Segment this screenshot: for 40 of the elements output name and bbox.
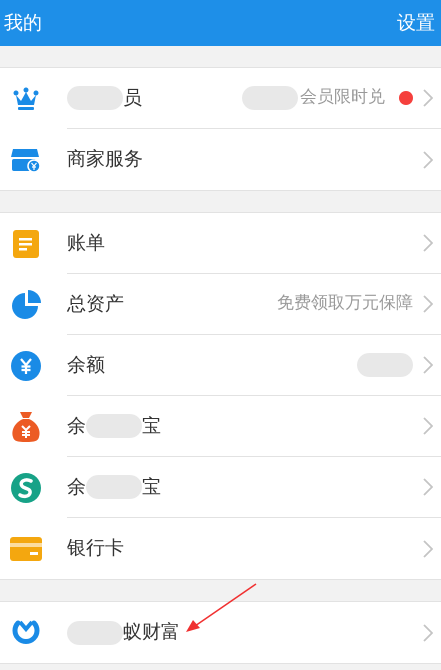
chevron-icon xyxy=(423,356,433,374)
menu-row[interactable]: 员 会员限时兑 xyxy=(0,68,441,129)
chevron-icon xyxy=(423,89,433,107)
yuan-icon xyxy=(11,350,41,380)
menu-row[interactable]: 银行卡 xyxy=(0,518,441,579)
menu-row[interactable]: 蚁财富 xyxy=(0,602,441,663)
row-detail: 免费领取万元保障 xyxy=(277,292,413,316)
menu-row[interactable]: 余额 xyxy=(0,335,441,396)
row-label: 银行卡 xyxy=(67,536,124,562)
row-detail: 会员限时兑 xyxy=(300,86,385,110)
crown-icon xyxy=(13,86,39,110)
row-label: 余 xyxy=(67,414,86,439)
swirl-icon xyxy=(11,472,41,502)
row-label: 员 xyxy=(123,86,142,111)
menu-row[interactable]: 总资产 免费领取万元保障 xyxy=(0,274,441,335)
page-title: 我的 xyxy=(4,10,42,36)
menu-row[interactable]: 余 宝 xyxy=(0,457,441,518)
bill-icon xyxy=(13,230,39,258)
row-label: 账单 xyxy=(67,230,105,256)
chevron-icon xyxy=(423,540,433,558)
money-bag-icon xyxy=(11,410,41,442)
chevron-icon xyxy=(423,417,433,435)
row-label: 蚁财富 xyxy=(123,620,180,646)
row-label: 宝 xyxy=(142,414,161,439)
chevron-icon xyxy=(423,478,433,496)
menu-row[interactable]: 商家服务 xyxy=(0,129,441,190)
row-label: 商家服务 xyxy=(67,147,143,172)
bank-card-icon xyxy=(10,536,42,560)
pie-chart-icon xyxy=(11,290,41,320)
row-label: 总资产 xyxy=(67,292,124,317)
chevron-icon xyxy=(423,295,433,313)
menu-row[interactable]: 账单 xyxy=(0,213,441,274)
row-label: 余 xyxy=(67,474,86,500)
chevron-icon xyxy=(423,234,433,252)
chevron-icon xyxy=(423,150,433,168)
menu-row[interactable]: 余 宝 xyxy=(0,396,441,457)
chevron-icon xyxy=(423,624,433,642)
row-label: 宝 xyxy=(142,474,161,500)
shop-icon xyxy=(11,146,41,172)
row-label: 余额 xyxy=(67,352,105,378)
